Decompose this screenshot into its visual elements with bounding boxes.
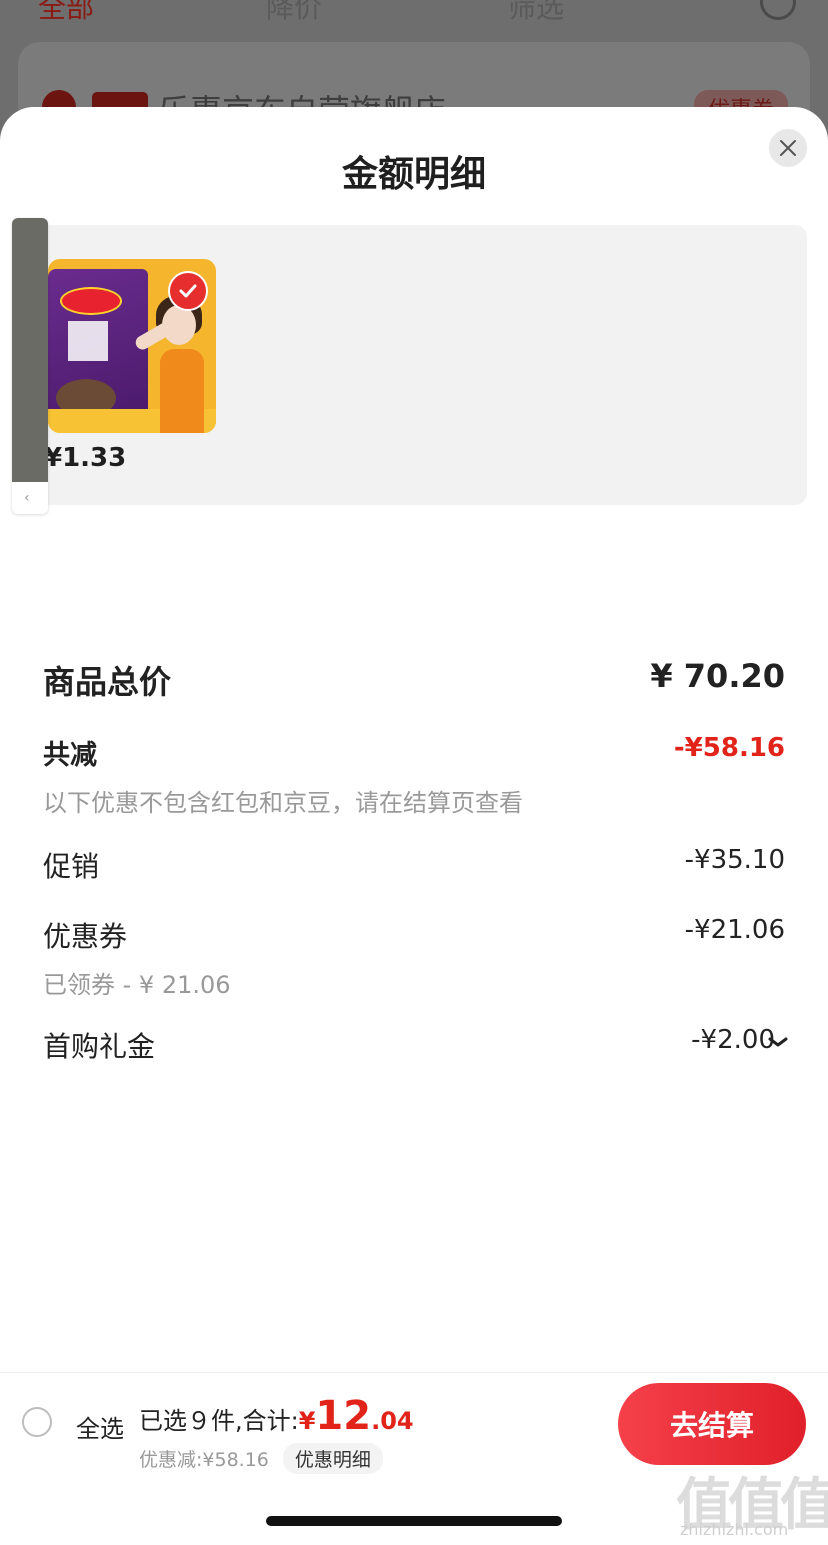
coupon-value: -¥21.06 — [684, 915, 785, 945]
discount-note: 以下优惠不包含红包和京豆，请在结算页查看 — [43, 789, 523, 817]
product-gallery: ¥1.33 — [20, 225, 807, 505]
product-price: ¥1.33 — [44, 443, 127, 473]
home-indicator[interactable] — [266, 1516, 562, 1526]
bag-label-shape — [68, 321, 108, 361]
discount-amount: 优惠减:¥58.16 — [139, 1449, 269, 1471]
search-icon — [760, 0, 796, 20]
checkout-button[interactable]: 去结算 — [618, 1383, 806, 1465]
chevron-down-icon[interactable] — [767, 1031, 789, 1053]
first-purchase-gift-value: -¥2.00 — [691, 1025, 775, 1055]
scroll-handle-bar — [12, 218, 48, 482]
checkout-bar: 全选 已选９件,合计: ¥ 12 .04 优惠减:¥58.16 优惠明细 去结算 — [0, 1372, 828, 1474]
sheet-title: 金额明细 — [341, 154, 486, 195]
checkmark-icon — [179, 284, 197, 298]
total-currency: ¥ — [298, 1407, 316, 1435]
selected-check-icon[interactable] — [168, 271, 208, 311]
scroll-left-arrow-icon: ‹ — [24, 490, 30, 506]
close-button[interactable] — [769, 129, 807, 167]
total-decimal: .04 — [371, 1407, 414, 1435]
discount-summary: 优惠减:¥58.16 优惠明细 — [139, 1443, 383, 1474]
promotion-value: -¥35.10 — [684, 845, 785, 875]
selected-count-text: 已选９件,合计: — [139, 1407, 299, 1435]
select-all-label[interactable]: 全选 — [76, 1409, 124, 1444]
amount-detail-sheet: 金额明细 ¥1.33 商品总价 ¥ 70.20 共减 -¥58.16 以下优惠不… — [0, 107, 828, 1545]
coupon-label: 优惠券 — [43, 920, 128, 953]
scroll-handle[interactable]: ‹ — [12, 218, 48, 514]
promotion-label: 促销 — [43, 850, 100, 883]
selected-summary: 已选９件,合计: ¥ 12 .04 — [139, 1393, 414, 1439]
background-tab-price-drop: 降价 — [266, 0, 323, 24]
total-reduce-label: 共减 — [43, 740, 97, 771]
background-tab-filter: 筛选 — [508, 0, 565, 24]
select-all-radio[interactable] — [22, 1407, 52, 1437]
discount-detail-button[interactable]: 优惠明细 — [282, 1443, 383, 1474]
model-dress-shape — [160, 349, 204, 433]
total-price-label: 商品总价 — [43, 663, 172, 701]
first-purchase-gift-label: 首购礼金 — [43, 1030, 156, 1063]
total-price-value: ¥ 70.20 — [650, 657, 785, 695]
background-tab-all: 全部 — [38, 0, 95, 24]
watermark-url: zhizhizhi.com — [680, 1520, 789, 1539]
brand-logo-shape — [60, 287, 122, 315]
total-reduce-value: -¥58.16 — [673, 733, 785, 763]
background-tabs: 全部 降价 筛选 — [0, 0, 828, 40]
close-icon — [780, 140, 796, 156]
coupon-subtext: 已领券 - ¥ 21.06 — [43, 971, 231, 999]
total-integer: 12 — [315, 1393, 372, 1439]
